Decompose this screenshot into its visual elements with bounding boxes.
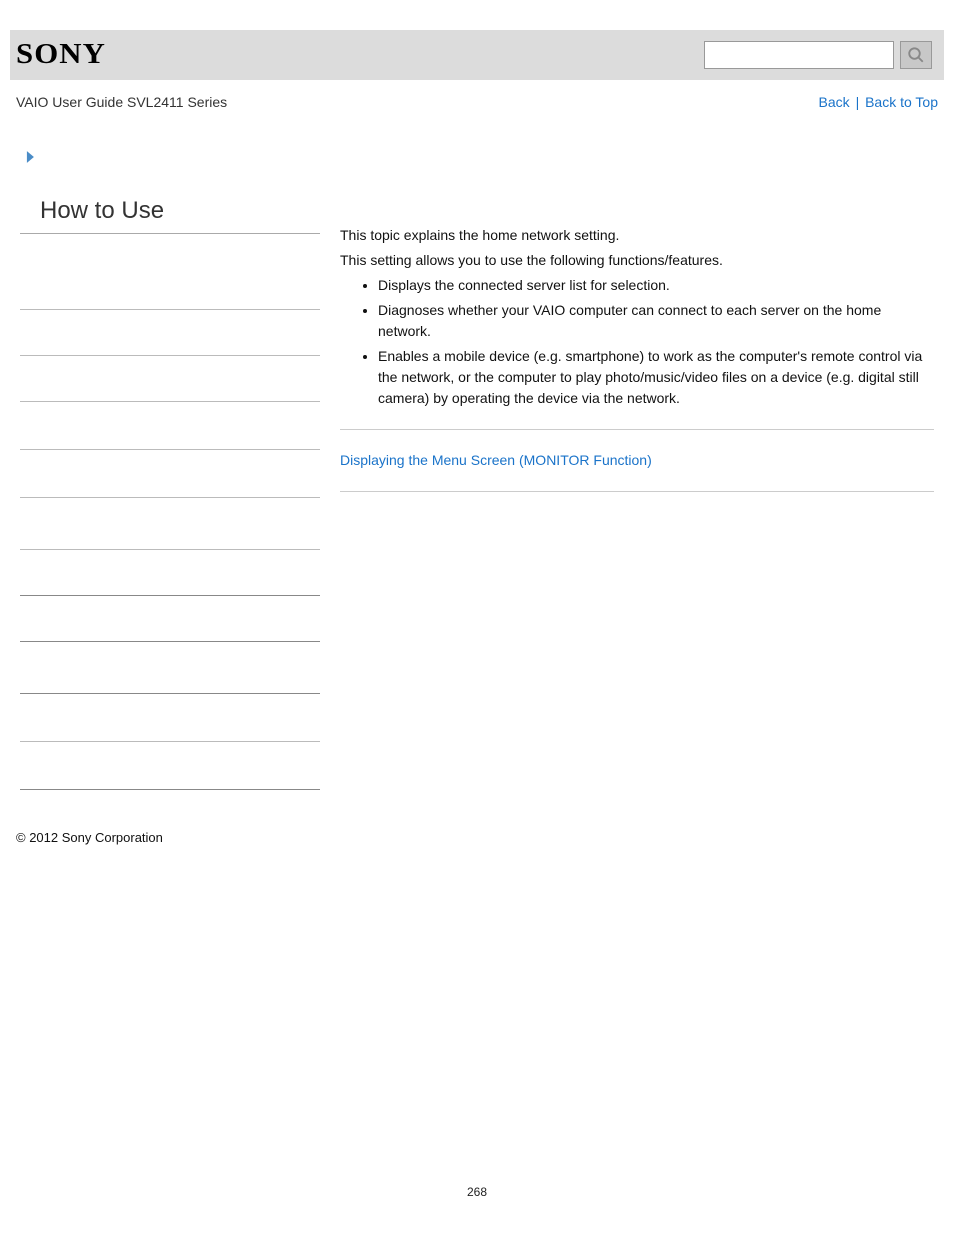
back-link[interactable]: Back [819, 94, 850, 110]
guide-title: VAIO User Guide SVL2411 Series [16, 94, 227, 110]
header-bar: SONY [10, 30, 944, 80]
content-bullets: Displays the connected server list for s… [340, 275, 934, 409]
back-to-top-link[interactable]: Back to Top [865, 94, 938, 110]
search-input[interactable] [704, 41, 894, 69]
copyright: © 2012 Sony Corporation [16, 830, 944, 845]
subheader: VAIO User Guide SVL2411 Series Back | Ba… [10, 80, 944, 140]
sidebar-title: How to Use [20, 197, 320, 234]
content-divider [340, 429, 934, 430]
content-divider [340, 491, 934, 492]
list-item: Diagnoses whether your VAIO computer can… [378, 300, 934, 342]
sidebar: How to Use [20, 197, 320, 790]
sidebar-item[interactable] [20, 789, 320, 790]
nav-separator: | [856, 94, 864, 110]
search-area [704, 41, 932, 69]
chevron-right-icon [24, 150, 38, 164]
search-icon [907, 46, 925, 64]
related-link[interactable]: Displaying the Menu Screen (MONITOR Func… [340, 450, 934, 471]
search-button[interactable] [900, 41, 932, 69]
nav-links: Back | Back to Top [819, 94, 938, 110]
list-item: Enables a mobile device (e.g. smartphone… [378, 346, 934, 409]
content-body: This topic explains the home network set… [340, 197, 934, 790]
page-number: 268 [10, 1185, 944, 1219]
breadcrumb-chevron [24, 150, 944, 167]
list-item: Displays the connected server list for s… [378, 275, 934, 296]
content-para-1: This topic explains the home network set… [340, 225, 934, 246]
content-para-2: This setting allows you to use the follo… [340, 250, 934, 271]
sony-logo: SONY [16, 39, 106, 71]
